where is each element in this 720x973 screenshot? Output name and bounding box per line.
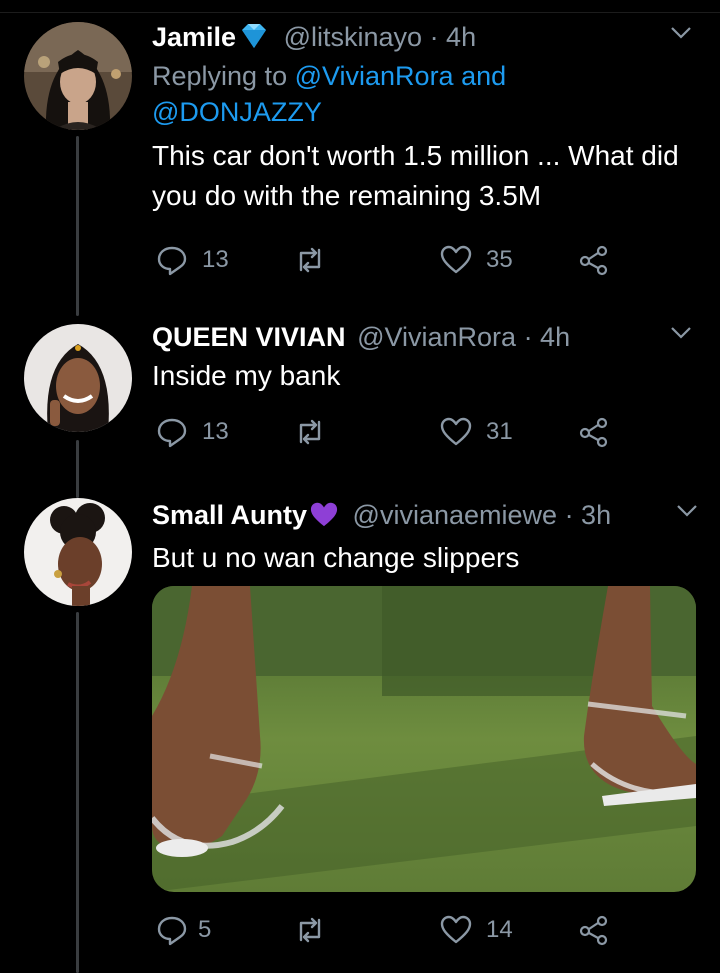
like-button[interactable]: 14 [440, 914, 513, 946]
avatar-image [24, 22, 132, 130]
mention-link[interactable]: @DONJAZZY [152, 97, 322, 127]
share-button[interactable] [578, 914, 610, 946]
photo-feet-on-grass [152, 586, 696, 892]
like-button[interactable]: 31 [440, 416, 513, 448]
tweet-text: Inside my bank [152, 360, 341, 391]
reply-count: 5 [198, 916, 212, 943]
timestamp[interactable]: · 3h [565, 500, 612, 530]
handle[interactable]: @litskinayo [284, 22, 422, 52]
tweet-text: But u no wan change slippers [152, 542, 520, 573]
reply-button[interactable]: 13 [156, 244, 229, 276]
reply-count: 13 [202, 246, 229, 273]
retweet-button[interactable] [294, 244, 326, 276]
like-count: 35 [486, 246, 513, 273]
tweet-actions: 13 31 [152, 416, 622, 456]
replying-to: Replying to @VivianRora and @DONJAZZY [152, 58, 696, 130]
reply-count: 13 [202, 418, 229, 445]
share-button[interactable] [578, 416, 610, 448]
tweet-actions: 5 14 [152, 914, 622, 954]
tweet-text: This car don't worth 1.5 million ... Wha… [152, 140, 679, 211]
timestamp[interactable]: · 4h [524, 322, 571, 352]
like-button[interactable]: 35 [440, 244, 513, 276]
tweet-photo[interactable] [152, 586, 696, 892]
mention-link[interactable]: @VivianRora [295, 61, 454, 91]
handle[interactable]: @VivianRora [357, 322, 516, 352]
share-button[interactable] [578, 244, 610, 276]
handle[interactable]: @vivianaemiewe [353, 500, 558, 530]
display-name[interactable]: Small Aunty [152, 500, 307, 530]
heart-icon [440, 915, 472, 944]
retweet-button[interactable] [294, 416, 326, 448]
reply-icon [157, 418, 187, 448]
diamond-icon [238, 22, 270, 58]
thread-connector [76, 136, 79, 316]
like-count: 31 [486, 418, 513, 445]
display-name[interactable]: QUEEN VIVIAN [152, 322, 346, 352]
tweet-header: QUEEN VIVIAN @VivianRora · 4h [152, 320, 696, 354]
avatar-queen-vivian[interactable] [24, 324, 132, 432]
reply-icon [157, 246, 187, 276]
retweet-icon [299, 917, 321, 943]
reply-button[interactable]: 5 [156, 914, 211, 946]
retweet-icon [299, 247, 321, 273]
tweet-queen-vivian[interactable]: QUEEN VIVIAN @VivianRora · 4h Inside my … [152, 320, 696, 396]
reply-button[interactable]: 13 [156, 416, 229, 448]
heart-icon [440, 417, 472, 446]
purple-heart-icon [309, 500, 339, 536]
retweet-button[interactable] [294, 914, 326, 946]
avatar-image [24, 498, 132, 606]
thread-connector [76, 440, 79, 498]
tweet-jamile[interactable]: Jamile @litskinayo · 4h Replying to @Viv… [152, 20, 696, 216]
replying-label: Replying to [152, 61, 295, 91]
share-icon [579, 245, 608, 276]
chevron-down-icon[interactable] [670, 326, 692, 340]
tweet-header: Jamile @litskinayo · 4h [152, 20, 696, 58]
reply-icon [157, 916, 187, 946]
timestamp[interactable]: · 4h [430, 22, 477, 52]
replying-and: and [453, 61, 507, 91]
chevron-down-icon[interactable] [670, 26, 692, 40]
top-divider [0, 0, 720, 13]
thread-connector [76, 612, 79, 973]
tweet-header: Small Aunty @vivianaemiewe · 3h [152, 498, 698, 536]
retweet-icon [299, 419, 321, 445]
chevron-down-icon[interactable] [676, 504, 698, 518]
like-count: 14 [486, 916, 513, 943]
share-icon [579, 915, 608, 946]
avatar-jamile[interactable] [24, 22, 132, 130]
avatar-small-aunty[interactable] [24, 498, 132, 606]
tweet-actions: 13 35 [152, 244, 622, 284]
tweet-small-aunty[interactable]: Small Aunty @vivianaemiewe · 3h But u no… [152, 498, 698, 578]
avatar-image [24, 324, 132, 432]
display-name[interactable]: Jamile [152, 22, 236, 52]
share-icon [579, 417, 608, 448]
heart-icon [440, 245, 472, 274]
